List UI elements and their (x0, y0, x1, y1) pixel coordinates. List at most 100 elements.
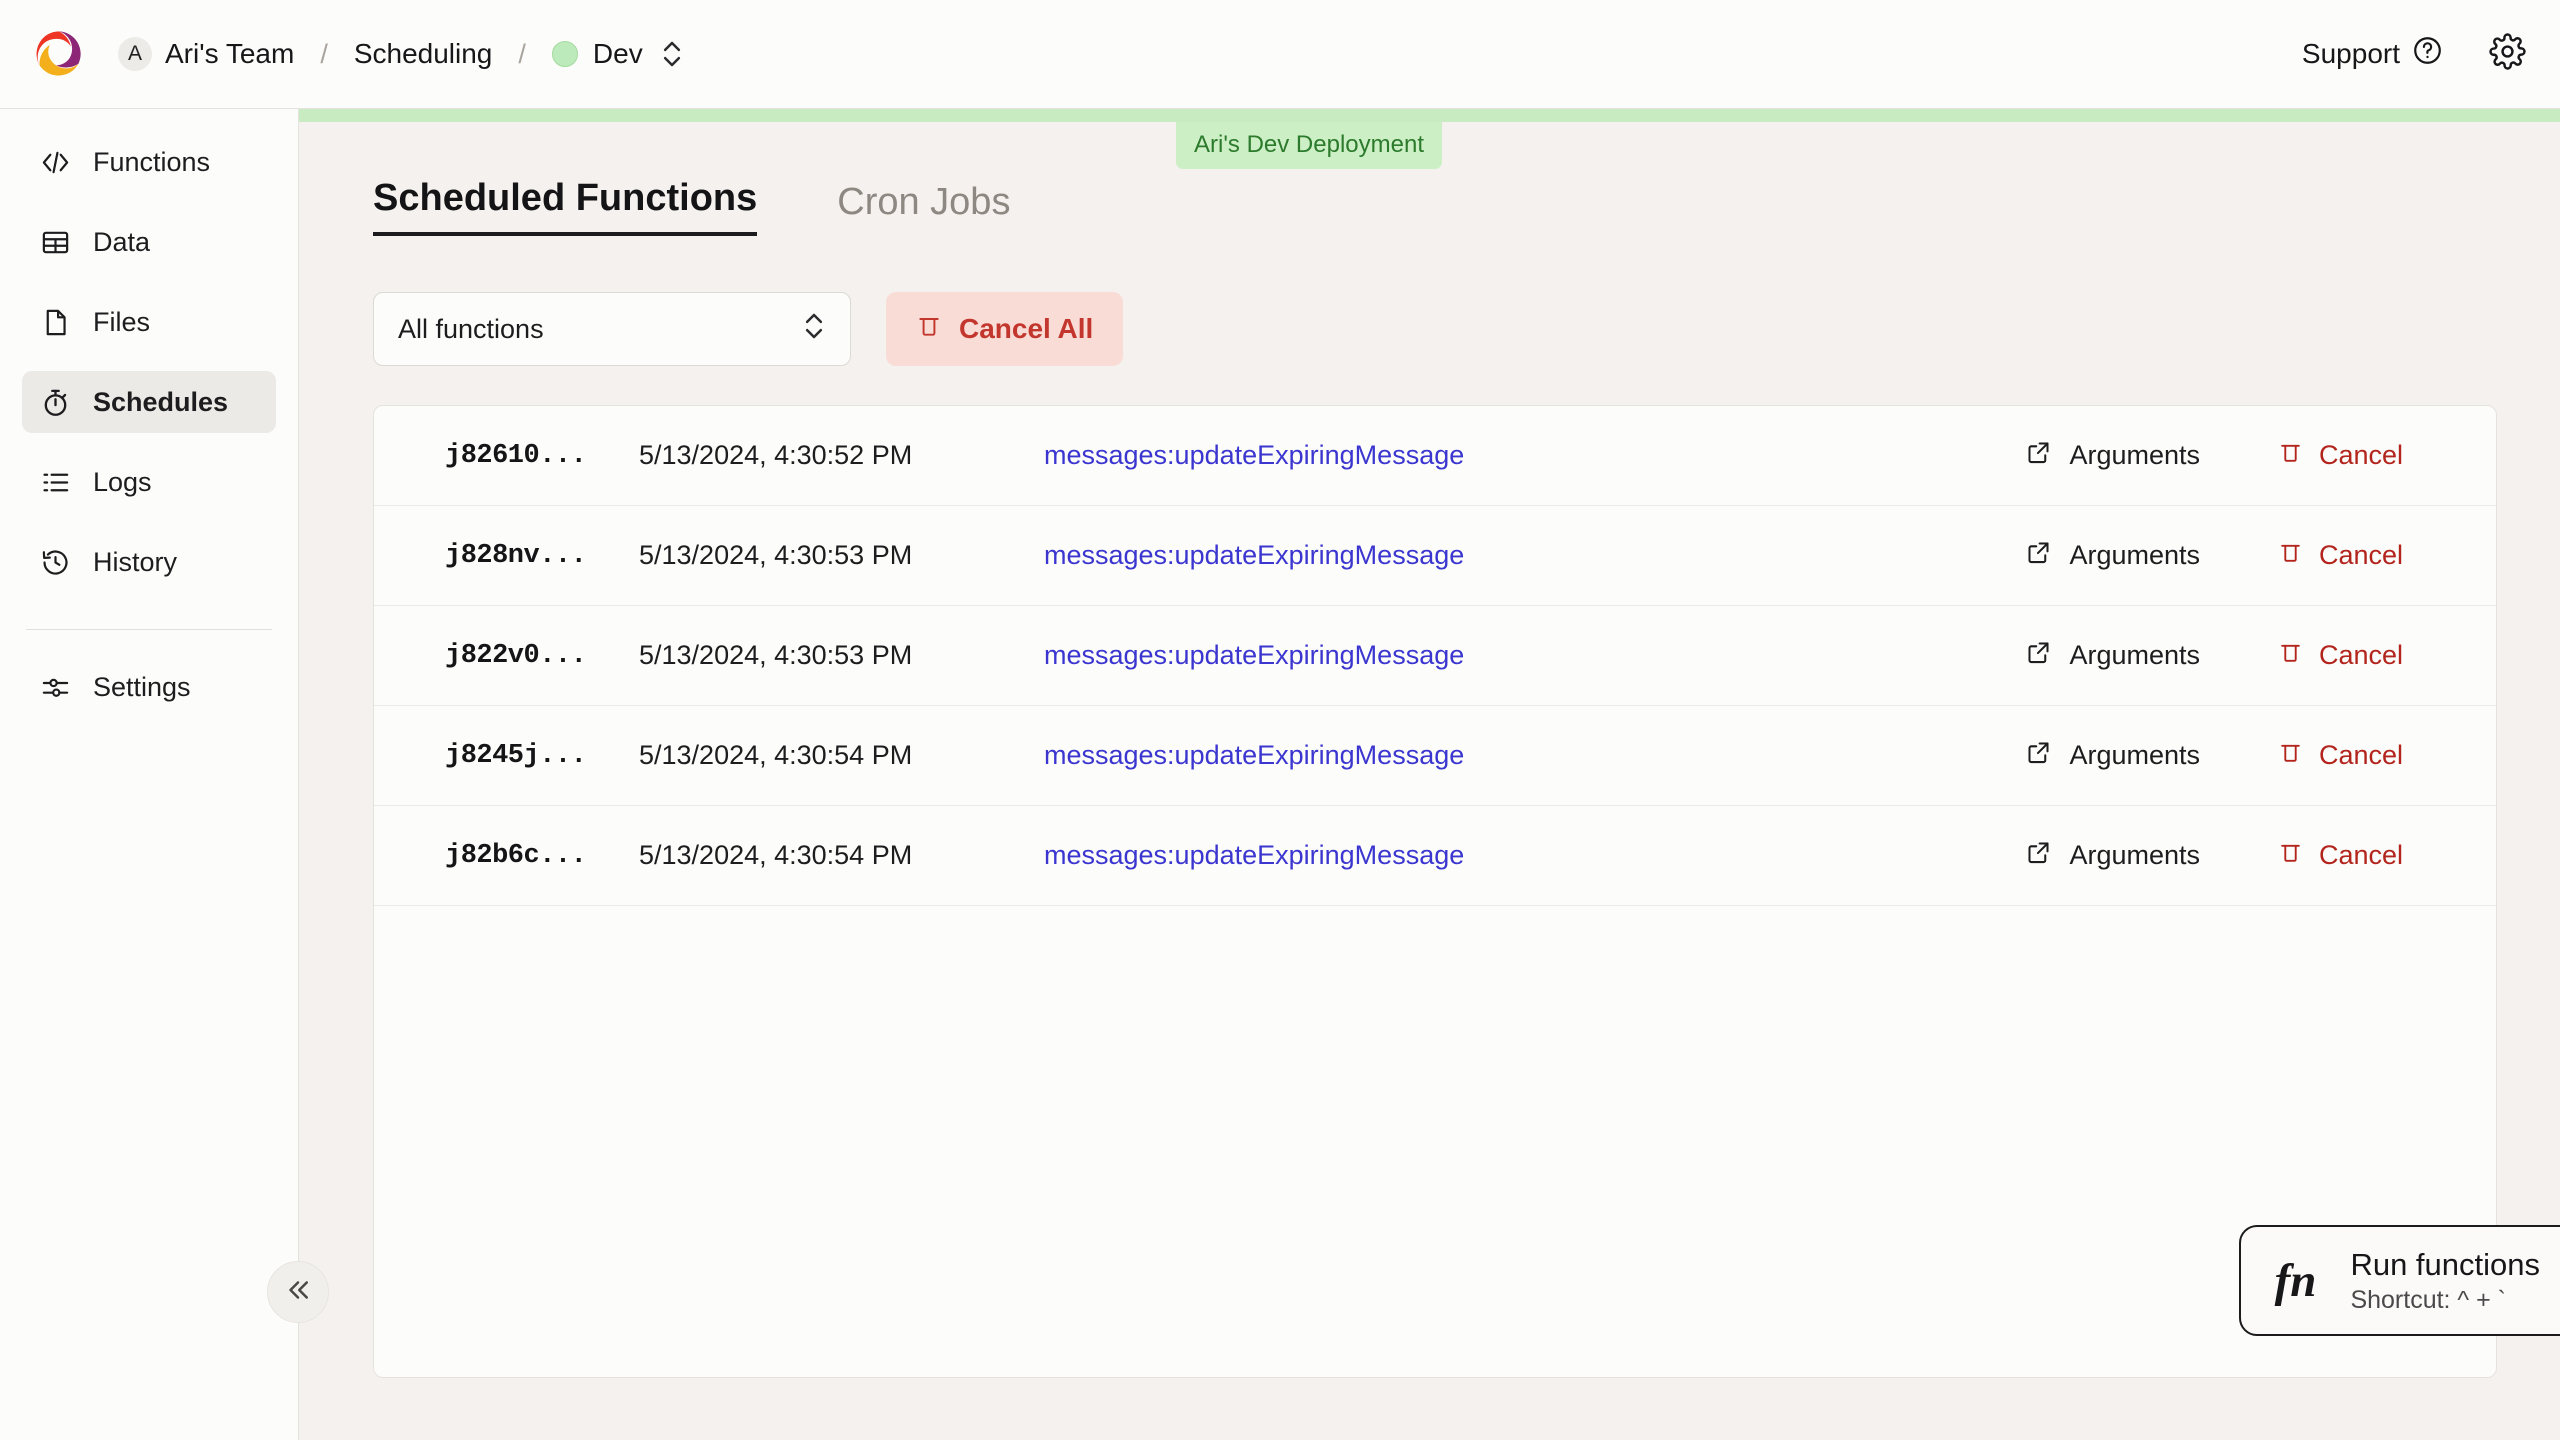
row-arguments-button[interactable]: Arguments (2025, 739, 2200, 773)
sidebar-item-logs[interactable]: Logs (22, 451, 276, 513)
row-arguments-button[interactable]: Arguments (2025, 839, 2200, 873)
top-header: A Ari's Team / Scheduling / Dev Support (0, 0, 2560, 109)
run-functions-title: Run functions (2350, 1246, 2540, 1282)
sidebar-label-functions: Functions (93, 146, 211, 177)
row-timestamp: 5/13/2024, 4:30:52 PM (639, 440, 913, 470)
sidebar-divider (26, 629, 272, 630)
row-function-link[interactable]: messages:updateExpiringMessage (969, 640, 2025, 671)
trash-icon (2278, 538, 2303, 573)
row-arguments-label: Arguments (2069, 840, 2200, 870)
row-id: j822v0... (445, 640, 587, 671)
sidebar-item-settings[interactable]: Settings (22, 656, 276, 718)
gear-icon[interactable] (2489, 33, 2526, 75)
row-cancel-button[interactable]: Cancel (2278, 838, 2458, 873)
chevron-up-down-icon[interactable] (661, 37, 683, 71)
run-functions-widget[interactable]: fn Run functions Shortcut: ^ + ` (2238, 1225, 2560, 1336)
trash-icon (2278, 838, 2303, 873)
sidebar-label-schedules: Schedules (93, 386, 229, 417)
table-row[interactable]: j82610... 5/13/2024, 4:30:52 PM messages… (374, 406, 2496, 506)
chevron-up-down-icon (803, 309, 825, 350)
row-timestamp: 5/13/2024, 4:30:54 PM (639, 840, 913, 870)
team-avatar[interactable]: A (118, 37, 152, 71)
sidebar-item-files[interactable]: Files (22, 291, 276, 353)
controls-row: All functions Cancel All (373, 292, 2497, 366)
sidebar-item-functions[interactable]: Functions (22, 131, 276, 193)
deployment-banner: Ari's Dev Deployment (299, 109, 2560, 169)
sidebar-item-data[interactable]: Data (22, 211, 276, 273)
external-link-icon (2025, 539, 2052, 573)
trash-icon (2278, 738, 2303, 773)
breadcrumb: A Ari's Team / Scheduling / Dev (118, 37, 683, 71)
row-function-link[interactable]: messages:updateExpiringMessage (969, 840, 2025, 871)
external-link-icon (2025, 639, 2052, 673)
table-row[interactable]: j8245j... 5/13/2024, 4:30:54 PM messages… (374, 706, 2496, 806)
trash-icon (2278, 438, 2303, 473)
sidebar: Functions Data Files Schedules Logs Hist… (0, 109, 329, 1440)
row-id: j828nv... (445, 540, 587, 571)
row-arguments-button[interactable]: Arguments (2025, 439, 2200, 473)
question-circle-icon (2412, 35, 2443, 73)
trash-icon (2278, 638, 2303, 673)
row-cancel-button[interactable]: Cancel (2278, 738, 2458, 773)
cancel-all-label: Cancel All (959, 313, 1094, 344)
code-brackets-icon (40, 147, 71, 178)
support-label: Support (2301, 38, 2400, 69)
app-body: Functions Data Files Schedules Logs Hist… (0, 109, 2560, 1440)
row-cancel-label: Cancel (2319, 540, 2404, 570)
row-cancel-button[interactable]: Cancel (2278, 438, 2458, 473)
row-cancel-button[interactable]: Cancel (2278, 638, 2458, 673)
row-id: j82b6c... (445, 840, 587, 871)
table-row[interactable]: j828nv... 5/13/2024, 4:30:53 PM messages… (374, 506, 2496, 606)
row-timestamp: 5/13/2024, 4:30:54 PM (639, 740, 913, 770)
row-id: j8245j... (445, 740, 587, 771)
external-link-icon (2025, 739, 2052, 773)
sidebar-label-files: Files (93, 306, 151, 337)
sidebar-item-history[interactable]: History (22, 531, 276, 593)
row-cancel-button[interactable]: Cancel (2278, 538, 2458, 573)
main-inner: Scheduled Functions Cron Jobs All functi… (299, 122, 2560, 1440)
sidebar-label-logs: Logs (93, 466, 152, 497)
row-function-link[interactable]: messages:updateExpiringMessage (969, 540, 2025, 571)
function-filter-select[interactable]: All functions (373, 292, 851, 366)
main-content: Ari's Dev Deployment Scheduled Functions… (299, 109, 2560, 1440)
row-timestamp: 5/13/2024, 4:30:53 PM (639, 540, 913, 570)
table-row[interactable]: j822v0... 5/13/2024, 4:30:53 PM messages… (374, 606, 2496, 706)
row-arguments-button[interactable]: Arguments (2025, 539, 2200, 573)
app-root: A Ari's Team / Scheduling / Dev Support (0, 0, 2560, 1440)
list-icon (40, 467, 71, 498)
breadcrumb-project[interactable]: Scheduling (354, 38, 493, 70)
file-icon (40, 307, 71, 338)
trash-icon (916, 311, 942, 347)
row-cancel-label: Cancel (2319, 840, 2404, 870)
cancel-all-button[interactable]: Cancel All (886, 292, 1124, 366)
support-button[interactable]: Support (2302, 35, 2443, 73)
header-actions: Support (2302, 33, 2526, 75)
tab-scheduled-functions[interactable]: Scheduled Functions (373, 177, 758, 236)
table-icon (40, 227, 71, 258)
row-cancel-label: Cancel (2319, 640, 2404, 670)
breadcrumb-separator-1: / (320, 38, 328, 69)
stopwatch-icon (40, 387, 71, 418)
row-function-link[interactable]: messages:updateExpiringMessage (969, 740, 2025, 771)
convex-logo[interactable] (32, 27, 86, 81)
sliders-icon (40, 672, 71, 703)
function-filter-value: All functions (398, 313, 544, 344)
row-arguments-label: Arguments (2069, 640, 2200, 670)
row-cancel-label: Cancel (2319, 740, 2404, 770)
fn-glyph-icon: fn (2274, 1254, 2317, 1307)
tab-cron-jobs[interactable]: Cron Jobs (837, 181, 1010, 236)
row-arguments-label: Arguments (2069, 540, 2200, 570)
sidebar-item-schedules[interactable]: Schedules (22, 371, 276, 433)
run-functions-shortcut: Shortcut: ^ + ` (2350, 1285, 2506, 1314)
row-function-link[interactable]: messages:updateExpiringMessage (969, 440, 2025, 471)
breadcrumb-environment[interactable]: Dev (593, 38, 643, 70)
environment-status-dot (551, 41, 578, 67)
chevrons-left-icon (283, 1275, 313, 1310)
breadcrumb-team[interactable]: Ari's Team (165, 38, 294, 70)
table-row[interactable]: j82b6c... 5/13/2024, 4:30:54 PM messages… (374, 806, 2496, 906)
sidebar-collapse-button[interactable] (267, 1261, 329, 1323)
breadcrumb-separator-2: / (518, 38, 526, 69)
row-arguments-button[interactable]: Arguments (2025, 639, 2200, 673)
scheduled-functions-table: j82610... 5/13/2024, 4:30:52 PM messages… (373, 405, 2497, 1378)
sidebar-label-history: History (93, 546, 178, 577)
